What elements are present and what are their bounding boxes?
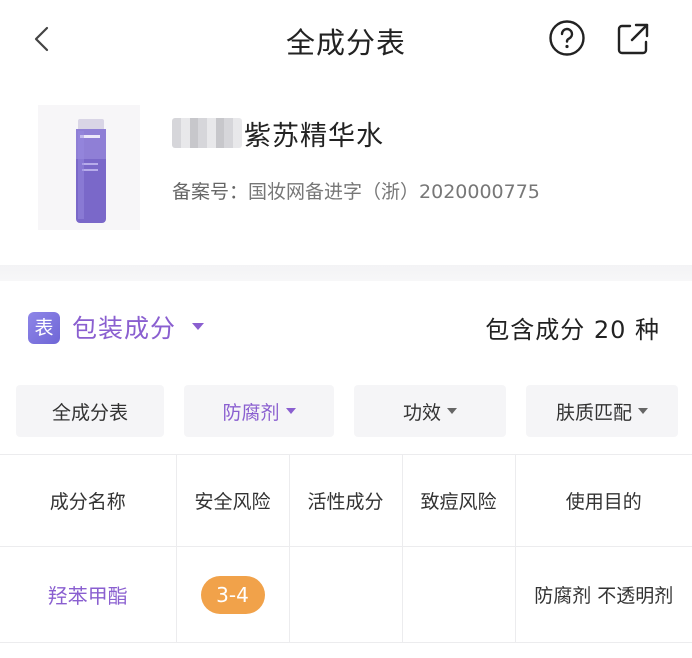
filter-efficacy[interactable]: 功效 [354, 385, 506, 437]
product-name: 紫苏精华水 [172, 113, 384, 153]
column-header: 成分名称 [0, 454, 177, 547]
caret-down-icon [447, 408, 457, 414]
risk-badge: 3-4 [200, 575, 265, 614]
caret-down-icon [285, 408, 296, 414]
filter-bar: 全成分表 防腐剂 功效 肤质匹配 [16, 385, 678, 437]
column-header: 活性成分 [288, 454, 403, 547]
record-value: 国妆网备进字（浙）2020000775 [248, 181, 540, 203]
filter-all-ingredients[interactable]: 全成分表 [16, 385, 164, 437]
filter-label: 防腐剂 [222, 401, 280, 424]
column-header: 安全风险 [175, 454, 290, 547]
safety-risk-cell: 3-4 [175, 546, 290, 643]
page-title: 全成分表 [285, 26, 406, 60]
filter-label: 功效 [402, 401, 441, 424]
blurred-brand [172, 118, 242, 148]
product-info: 紫苏精华水 备案号：国妆网备进字（浙）2020000775 [0, 95, 692, 255]
filter-label: 肤质匹配 [555, 401, 632, 424]
record-number: 备案号：国妆网备进字（浙）2020000775 [172, 177, 540, 204]
caret-down-icon[interactable] [192, 323, 204, 330]
ingredient-table: 成分名称 安全风险 活性成分 致痘风险 使用目的 羟苯甲酯 3-4 防腐剂 不透… [0, 454, 692, 643]
ingredient-name-cell[interactable]: 羟苯甲酯 [0, 546, 177, 643]
record-label: 备案号： [172, 181, 249, 203]
ingredient-count: 包含成分 20 种 [485, 316, 660, 344]
section-divider [0, 265, 692, 281]
table-badge: 表 [28, 312, 60, 344]
top-bar: 全成分表 [0, 0, 692, 80]
column-header: 使用目的 [514, 454, 692, 547]
ingredient-name[interactable]: 羟苯甲酯 [48, 584, 128, 608]
filter-label: 全成分表 [51, 401, 128, 424]
product-image [38, 105, 140, 230]
share-button[interactable] [614, 20, 652, 58]
column-header: 致痘风险 [401, 454, 516, 547]
purpose-text: 防腐剂 不透明剂 [534, 585, 674, 607]
table-row[interactable]: 羟苯甲酯 3-4 防腐剂 不透明剂 [0, 546, 692, 643]
share-icon [617, 23, 649, 55]
filter-skin-type[interactable]: 肤质匹配 [526, 385, 678, 437]
filter-preservative[interactable]: 防腐剂 [184, 385, 334, 437]
purpose-cell: 防腐剂 不透明剂 [514, 546, 692, 643]
product-bottle-image [76, 119, 106, 223]
table-header-row: 成分名称 安全风险 活性成分 致痘风险 使用目的 [0, 454, 692, 547]
active-ingredient-cell [288, 546, 403, 643]
acne-risk-cell [401, 546, 516, 643]
packaging-ingredients-dropdown[interactable]: 包装成分 [72, 309, 176, 345]
help-icon [549, 20, 585, 56]
ingredient-section-header: 表 包装成分 包含成分 20 种 [0, 295, 692, 365]
caret-down-icon [638, 408, 648, 414]
help-button[interactable] [548, 19, 586, 57]
product-name-text: 紫苏精华水 [244, 120, 384, 152]
